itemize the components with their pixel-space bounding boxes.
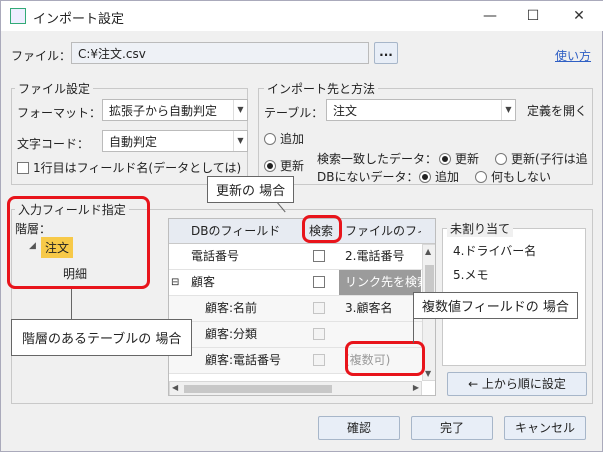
row-db-field: 顧客:電話番号 — [205, 353, 282, 367]
chevron-down-icon: ▼ — [501, 100, 515, 120]
minimize-button[interactable]: — — [478, 5, 502, 27]
row-search-checkbox — [313, 322, 333, 347]
update-radio-label: 更新 — [280, 159, 305, 173]
scroll-right-icon[interactable]: ▶ — [413, 383, 419, 392]
nodb-none-label: 何もしない — [491, 170, 552, 184]
match-update-child-radio[interactable]: 更新(子行は追 — [495, 150, 591, 167]
scroll-down-icon[interactable]: ▼ — [425, 369, 431, 378]
file-settings-title: ファイル設定 — [15, 80, 94, 97]
horizontal-scrollbar[interactable]: ◀ ▶ — [169, 381, 422, 395]
checkbox-disabled-icon — [313, 328, 325, 340]
header-row-checkbox[interactable]: 1行目はフィールド名(データとしては) — [17, 159, 247, 176]
format-select[interactable]: 拡張子から自動判定 ▼ — [102, 99, 248, 121]
row-file-field[interactable]: 3.顧客名 — [339, 296, 421, 321]
row-link-search[interactable]: リンク先を検索 — [339, 270, 421, 295]
update-callout: 更新の 場合 — [207, 176, 295, 203]
import-target-title: インポート先と方法 — [264, 80, 379, 97]
hierarchy-callout: 階層のあるテーブルの 場合 — [11, 319, 193, 356]
cancel-button[interactable]: キャンセル — [504, 416, 586, 440]
radio-selected-icon — [264, 160, 276, 172]
checkbox-icon — [17, 162, 29, 174]
row-collapse-icon[interactable]: ⊟ — [171, 270, 185, 295]
header-file-field: ファイルのフィ — [345, 224, 421, 238]
format-value: 拡張子から自動判定 — [109, 104, 218, 118]
help-link[interactable]: 使い方 — [555, 47, 591, 64]
checkbox-icon — [313, 250, 325, 262]
scroll-thumb[interactable] — [184, 385, 332, 393]
encoding-select[interactable]: 自動判定 ▼ — [102, 130, 248, 152]
multi-value-highlight — [345, 341, 425, 376]
match-update-child-label: 更新(子行は追 — [511, 152, 588, 166]
nodb-add-radio[interactable]: 追加 — [419, 168, 459, 185]
radio-icon — [475, 171, 487, 183]
radio-icon — [264, 133, 276, 145]
file-label: ファイル： — [11, 49, 72, 63]
table-value: 注文 — [333, 104, 358, 118]
row-db-field: 顧客:分類 — [205, 327, 258, 341]
append-radio-label: 追加 — [280, 132, 305, 146]
unassigned-title: 未割り当て — [447, 220, 514, 237]
chevron-down-icon: ▼ — [233, 131, 247, 151]
encoding-value: 自動判定 — [109, 135, 158, 149]
scroll-thumb[interactable] — [425, 265, 434, 293]
radio-selected-icon — [419, 171, 431, 183]
row-search-checkbox — [313, 348, 333, 373]
row-search-checkbox — [313, 296, 333, 321]
radio-icon — [495, 153, 507, 165]
header-row-checkbox-label: 1行目はフィールド名(データとしては) — [33, 161, 242, 175]
define-link[interactable]: 定義を開く — [527, 102, 587, 119]
window-title: インポート設定 — [33, 12, 125, 27]
app-icon — [10, 8, 26, 24]
multi-value-callout: 複数値フィールドの 場合 — [413, 292, 578, 319]
table-row[interactable]: 顧客:名前 3.顧客名 — [169, 296, 435, 322]
checkbox-disabled-icon — [313, 302, 325, 314]
confirm-button[interactable]: 確認 — [318, 416, 400, 440]
unassigned-item[interactable]: 4.ドライバー名 — [453, 242, 536, 259]
table-label: テーブル： — [264, 106, 324, 120]
nodb-none-radio[interactable]: 何もしない — [475, 168, 551, 185]
match-label: 検索一致したデータ： — [317, 152, 438, 166]
row-search-checkbox[interactable] — [313, 270, 333, 295]
radio-selected-icon — [439, 153, 451, 165]
append-radio[interactable]: 追加 — [264, 130, 304, 147]
chevron-down-icon: ▼ — [233, 100, 247, 120]
scroll-left-icon[interactable]: ◀ — [172, 383, 178, 392]
scroll-up-icon[interactable]: ▲ — [425, 247, 431, 256]
done-button[interactable]: 完了 — [411, 416, 493, 440]
title-bar: インポート設定 — ☐ ✕ — [1, 1, 603, 31]
maximize-button[interactable]: ☐ — [521, 5, 545, 27]
checkbox-disabled-icon — [313, 354, 325, 366]
match-update-radio[interactable]: 更新 — [439, 150, 479, 167]
import-settings-window: インポート設定 — ☐ ✕ ファイル： C:¥注文.csv ... 使い方 ファ… — [0, 0, 603, 452]
format-label: フォーマット： — [17, 106, 102, 120]
nodb-add-label: 追加 — [435, 170, 460, 184]
row-file-field[interactable]: 2.電話番号 — [339, 244, 421, 269]
nodb-label: DBにないデータ： — [317, 170, 419, 184]
table-row[interactable]: 電話番号 2.電話番号 — [169, 244, 435, 270]
match-update-label: 更新 — [455, 152, 480, 166]
row-db-field: 顧客 — [191, 275, 216, 289]
set-from-top-button[interactable]: ← 上から順に設定 — [447, 372, 587, 396]
search-highlight — [302, 215, 342, 243]
encoding-label: 文字コード： — [17, 137, 90, 151]
header-db-field: DBのフィールド — [191, 224, 281, 238]
unassigned-item[interactable]: 5.メモ — [453, 266, 488, 283]
table-select[interactable]: 注文 ▼ — [326, 99, 516, 121]
hierarchy-highlight — [7, 196, 150, 289]
file-path-field[interactable]: C:¥注文.csv — [71, 42, 369, 64]
callout-pointer — [71, 289, 72, 319]
row-db-field: 電話番号 — [191, 249, 240, 263]
checkbox-icon — [313, 276, 325, 288]
row-search-checkbox[interactable] — [313, 244, 333, 269]
row-db-field: 顧客:名前 — [205, 301, 258, 315]
table-row[interactable]: ⊟ 顧客 リンク先を検索 — [169, 270, 435, 296]
browse-button[interactable]: ... — [374, 42, 398, 64]
update-radio[interactable]: 更新 — [264, 157, 304, 174]
close-button[interactable]: ✕ — [567, 5, 591, 27]
